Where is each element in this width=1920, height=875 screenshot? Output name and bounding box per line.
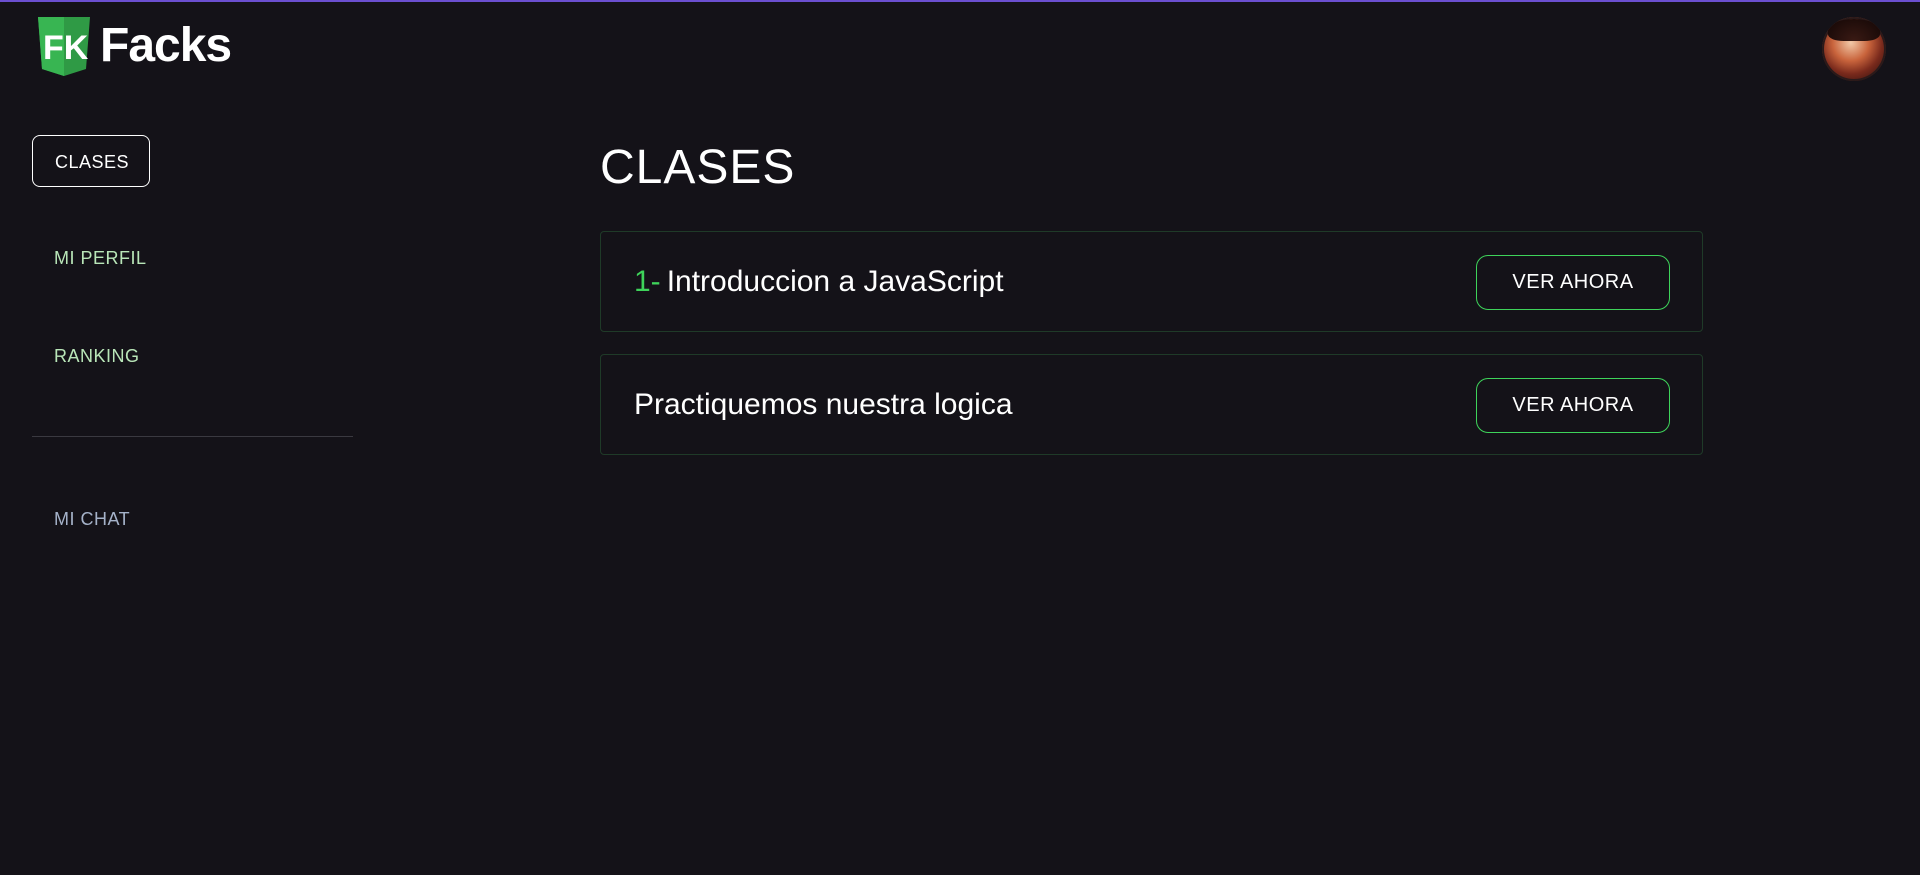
sidebar-item-mi-chat[interactable]: MI CHAT [32, 493, 152, 545]
class-title-text: Introduccion a JavaScript [666, 264, 1004, 298]
sidebar: CLASES MI PERFIL RANKING MI CHAT [0, 0, 360, 875]
sidebar-divider [32, 436, 353, 437]
page-title: CLASES [600, 141, 796, 194]
ver-ahora-button[interactable]: VER AHORA [1476, 255, 1670, 310]
class-number: 1- [634, 264, 661, 298]
class-title-text: Practiquemos nuestra logica [634, 387, 1013, 421]
class-card-title: 1- Introduccion a JavaScript [634, 232, 1004, 331]
sidebar-item-label: MI CHAT [54, 509, 131, 529]
class-card: 1- Introduccion a JavaScript VER AHORA [600, 231, 1703, 332]
class-card-title: Practiquemos nuestra logica [634, 355, 1013, 454]
sidebar-item-label: RANKING [54, 346, 140, 366]
class-card: Practiquemos nuestra logica VER AHORA [600, 354, 1703, 455]
sidebar-item-ranking[interactable]: RANKING [32, 330, 162, 382]
sidebar-item-mi-perfil[interactable]: MI PERFIL [32, 232, 169, 284]
user-avatar[interactable] [1822, 17, 1886, 81]
sidebar-item-label: CLASES [55, 152, 130, 172]
app-page: FK Facks CLASES MI PERFIL RANKING MI CHA… [0, 0, 1920, 875]
avatar-hair-shape [1828, 19, 1880, 41]
ver-ahora-button[interactable]: VER AHORA [1476, 378, 1670, 433]
sidebar-item-label: MI PERFIL [54, 248, 147, 268]
sidebar-item-clases[interactable]: CLASES [32, 135, 150, 187]
